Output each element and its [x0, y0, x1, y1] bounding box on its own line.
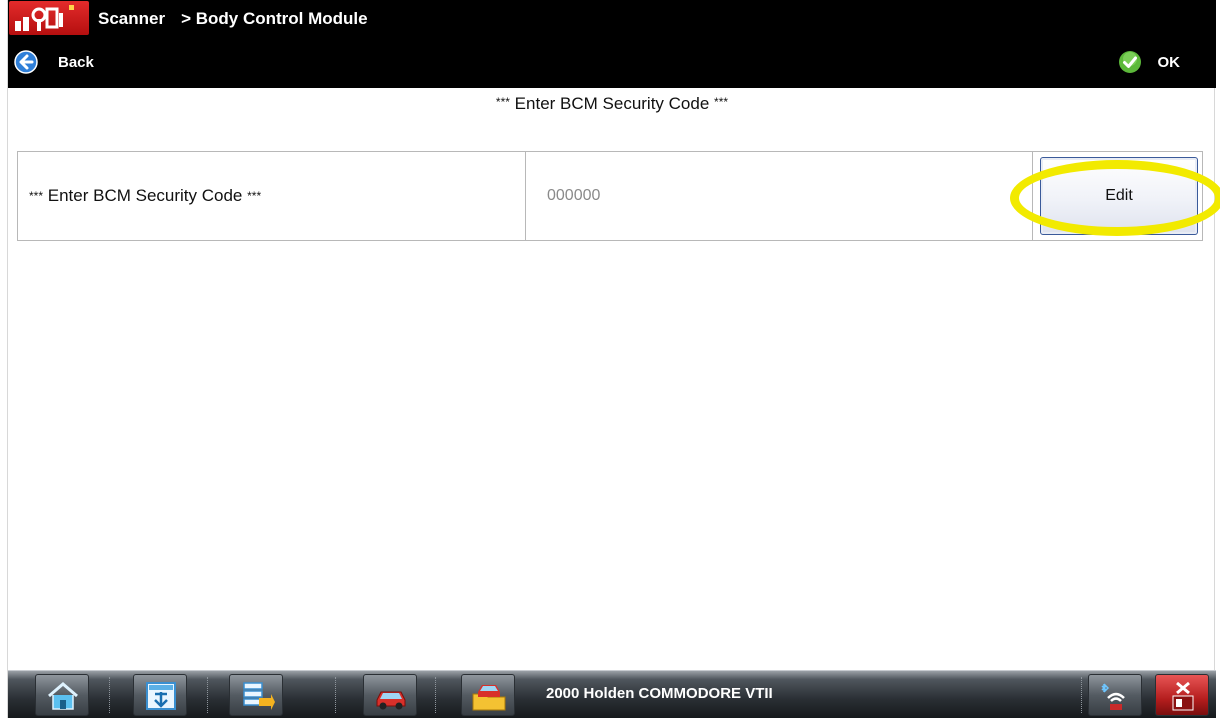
- vehicle-button[interactable]: [363, 674, 417, 716]
- edit-button[interactable]: Edit: [1040, 157, 1198, 235]
- page-title: *** Enter BCM Security Code ***: [8, 94, 1216, 114]
- home-button[interactable]: [35, 674, 89, 716]
- tools-button[interactable]: [229, 674, 283, 716]
- back-button[interactable]: Back: [14, 49, 94, 75]
- security-code-value: 000000: [527, 152, 1033, 240]
- data-manager-icon: [146, 682, 176, 710]
- home-icon: [48, 682, 78, 710]
- vehicle-folder-icon: [472, 685, 506, 711]
- back-label: Back: [58, 53, 94, 71]
- label-stars-right: ***: [247, 189, 262, 203]
- scanner-logo-icon[interactable]: [9, 1, 89, 35]
- connection-button[interactable]: [1088, 674, 1142, 716]
- exit-icon: [1172, 681, 1194, 711]
- checkmark-icon: [1118, 51, 1141, 73]
- taskbar-separator: [1081, 677, 1082, 713]
- vehicle-info: 2000 Holden COMMODORE VTII: [546, 685, 773, 702]
- heading-stars-right: ***: [714, 95, 729, 109]
- table-row: *** Enter BCM Security Code *** 000000 E…: [17, 151, 1203, 241]
- taskbar-separator: [335, 677, 336, 713]
- taskbar-separator: [435, 677, 436, 713]
- back-arrow-icon: [14, 50, 38, 74]
- title-bar: Scanner > Body Control Module: [8, 0, 1216, 38]
- data-manager-button[interactable]: [133, 674, 187, 716]
- taskbar-separator: [207, 677, 208, 713]
- vehicle-red-icon: [376, 691, 406, 710]
- bluetooth-signal-icon: [1101, 683, 1125, 710]
- vehicle-history-button[interactable]: [461, 674, 515, 716]
- taskbar-separator: [109, 677, 110, 713]
- app-window: Scanner > Body Control Module Back OK ***…: [7, 0, 1220, 718]
- toolbar: Back OK: [8, 38, 1216, 88]
- exit-button[interactable]: [1155, 674, 1209, 716]
- tools-icon: [243, 682, 275, 710]
- row-action-cell: Edit: [1034, 152, 1202, 240]
- heading-stars-left: ***: [495, 95, 510, 109]
- ok-label: OK: [1157, 53, 1181, 71]
- row-label: Enter BCM Security Code: [47, 186, 243, 205]
- breadcrumb: Scanner > Body Control Module: [98, 9, 368, 29]
- taskbar: 2000 Holden COMMODORE VTII: [8, 670, 1216, 718]
- breadcrumb-current: > Body Control Module: [181, 9, 368, 28]
- breadcrumb-app[interactable]: Scanner: [98, 9, 165, 28]
- label-stars-left: ***: [29, 189, 44, 203]
- heading-text: Enter BCM Security Code: [514, 94, 710, 113]
- ok-button[interactable]: OK: [1118, 49, 1181, 75]
- row-label-cell: *** Enter BCM Security Code ***: [18, 152, 526, 240]
